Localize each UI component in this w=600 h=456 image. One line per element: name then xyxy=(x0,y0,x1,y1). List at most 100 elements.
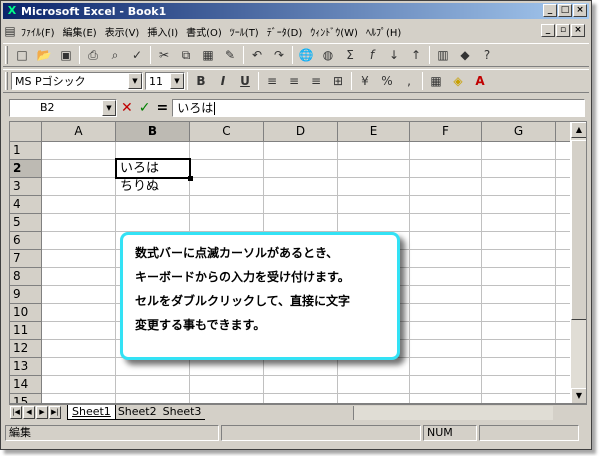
row-header-5[interactable]: 5 xyxy=(10,214,42,232)
enter-icon[interactable]: ✓ xyxy=(139,100,151,116)
close-button[interactable]: × xyxy=(573,4,587,17)
align-center-icon[interactable]: ≡ xyxy=(283,71,305,91)
menu-insert[interactable]: 挿入(I) xyxy=(143,24,182,39)
row-header-2[interactable]: 2 xyxy=(10,160,42,178)
chevron-down-icon[interactable]: ▼ xyxy=(102,100,116,116)
toolbar-grip[interactable] xyxy=(5,72,8,90)
menu-file[interactable]: ﾌｧｲﾙ(F) xyxy=(17,24,59,39)
paste-icon[interactable]: ▦ xyxy=(197,45,219,65)
row-header-11[interactable]: 11 xyxy=(10,322,42,340)
percent-icon[interactable]: % xyxy=(376,71,398,91)
font-size-value: 11 xyxy=(149,74,163,88)
align-left-icon[interactable]: ≡ xyxy=(261,71,283,91)
menu-edit[interactable]: 編集(E) xyxy=(59,24,101,39)
tab-sheet3[interactable]: Sheet3 xyxy=(158,405,206,420)
column-header-c[interactable]: C xyxy=(190,122,264,142)
menu-format[interactable]: 書式(O) xyxy=(182,24,226,39)
next-sheet-icon[interactable]: ▶ xyxy=(36,406,48,419)
menu-data[interactable]: ﾃﾞｰﾀ(D) xyxy=(263,24,307,39)
tab-sheet1[interactable]: Sheet1 xyxy=(67,405,116,420)
row-header-9[interactable]: 9 xyxy=(10,286,42,304)
comma-icon[interactable]: , xyxy=(398,71,420,91)
font-color-icon[interactable]: A xyxy=(469,71,491,91)
row-header-12[interactable]: 12 xyxy=(10,340,42,358)
print-preview-icon[interactable]: ⌕ xyxy=(104,45,126,65)
italic-icon[interactable]: I xyxy=(212,71,234,91)
prev-sheet-icon[interactable]: ◀ xyxy=(23,406,35,419)
scroll-down-icon[interactable]: ▼ xyxy=(571,388,586,403)
menu-view[interactable]: 表示(V) xyxy=(101,24,144,39)
doc-close-button[interactable]: × xyxy=(571,24,585,37)
equals-icon[interactable]: = xyxy=(156,100,168,116)
chart-wizard-icon[interactable]: ▥ xyxy=(432,45,454,65)
sort-descending-icon[interactable]: ↑ xyxy=(405,45,427,65)
fill-color-icon[interactable]: ◈ xyxy=(447,71,469,91)
last-sheet-icon[interactable]: ▶| xyxy=(49,406,61,419)
save-icon[interactable]: ▣ xyxy=(55,45,77,65)
undo-icon[interactable]: ↶ xyxy=(246,45,268,65)
doc-minimize-button[interactable]: _ xyxy=(541,24,555,37)
print-icon[interactable]: ⎙ xyxy=(82,45,104,65)
menu-help[interactable]: ﾍﾙﾌﾟ(H) xyxy=(362,24,405,39)
toolbar-grip[interactable] xyxy=(5,46,8,64)
row-header-6[interactable]: 6 xyxy=(10,232,42,250)
autosum-icon[interactable]: Σ xyxy=(339,45,361,65)
workbook-icon[interactable]: ▤ xyxy=(3,21,17,41)
hyperlink-icon[interactable]: 🌐 xyxy=(295,45,317,65)
function-icon[interactable]: f xyxy=(361,45,383,65)
redo-icon[interactable]: ↷ xyxy=(268,45,290,65)
cut-icon[interactable]: ✂ xyxy=(153,45,175,65)
spelling-icon[interactable]: ✓ xyxy=(126,45,148,65)
doc-restore-button[interactable]: ▫ xyxy=(556,24,570,37)
column-header-a[interactable]: A xyxy=(42,122,116,142)
format-painter-icon[interactable]: ✎ xyxy=(219,45,241,65)
row-header-3[interactable]: 3 xyxy=(10,178,42,196)
column-header-f[interactable]: F xyxy=(410,122,482,142)
cancel-icon[interactable]: ✕ xyxy=(121,100,133,116)
underline-icon[interactable]: U xyxy=(234,71,256,91)
merge-center-icon[interactable]: ⊞ xyxy=(327,71,349,91)
chevron-down-icon[interactable]: ▼ xyxy=(170,73,184,89)
fill-handle[interactable] xyxy=(188,176,193,181)
tab-sheet2[interactable]: Sheet2 xyxy=(113,405,161,420)
row-header-8[interactable]: 8 xyxy=(10,268,42,286)
open-icon[interactable]: 📂 xyxy=(33,45,55,65)
row-header-1[interactable]: 1 xyxy=(10,142,42,160)
align-right-icon[interactable]: ≡ xyxy=(305,71,327,91)
scroll-up-icon[interactable]: ▲ xyxy=(571,122,586,138)
row-header-14[interactable]: 14 xyxy=(10,376,42,394)
map-icon[interactable]: ◆ xyxy=(454,45,476,65)
row-header-13[interactable]: 13 xyxy=(10,358,42,376)
row-header-4[interactable]: 4 xyxy=(10,196,42,214)
name-box[interactable]: B2 ▼ xyxy=(9,99,117,117)
column-header-g[interactable]: G xyxy=(482,122,556,142)
row-header-15[interactable]: 15 xyxy=(10,394,42,403)
column-header-d[interactable]: D xyxy=(264,122,338,142)
first-sheet-icon[interactable]: |◀ xyxy=(10,406,22,419)
bold-icon[interactable]: B xyxy=(190,71,212,91)
cell-b3[interactable]: ちりぬ xyxy=(118,178,159,195)
currency-icon[interactable]: ¥ xyxy=(354,71,376,91)
row-header-7[interactable]: 7 xyxy=(10,250,42,268)
chevron-down-icon[interactable]: ▼ xyxy=(128,73,142,89)
copy-icon[interactable]: ⧉ xyxy=(175,45,197,65)
horizontal-scrollbar[interactable] xyxy=(353,406,553,420)
borders-icon[interactable]: ▦ xyxy=(425,71,447,91)
minimize-button[interactable]: _ xyxy=(543,4,557,17)
sort-ascending-icon[interactable]: ↓ xyxy=(383,45,405,65)
column-header-b[interactable]: B xyxy=(116,122,190,142)
font-name-combo[interactable]: MS Pゴシック ▼ xyxy=(11,72,143,90)
row-header-10[interactable]: 10 xyxy=(10,304,42,322)
vertical-scrollbar[interactable]: ▲ ▼ xyxy=(570,122,586,403)
font-size-combo[interactable]: 11 ▼ xyxy=(145,72,185,90)
column-header-e[interactable]: E xyxy=(338,122,410,142)
new-icon[interactable]: □ xyxy=(11,45,33,65)
formula-input[interactable]: いろは xyxy=(172,99,585,117)
select-all-button[interactable] xyxy=(10,122,42,142)
help-icon[interactable]: ? xyxy=(476,45,498,65)
menu-window[interactable]: ｳｨﾝﾄﾞｳ(W) xyxy=(306,24,362,39)
scroll-thumb[interactable] xyxy=(571,140,586,320)
maximize-button[interactable]: □ xyxy=(558,4,572,17)
menu-tools[interactable]: ﾂｰﾙ(T) xyxy=(226,24,263,39)
web-toolbar-icon[interactable]: ◍ xyxy=(317,45,339,65)
